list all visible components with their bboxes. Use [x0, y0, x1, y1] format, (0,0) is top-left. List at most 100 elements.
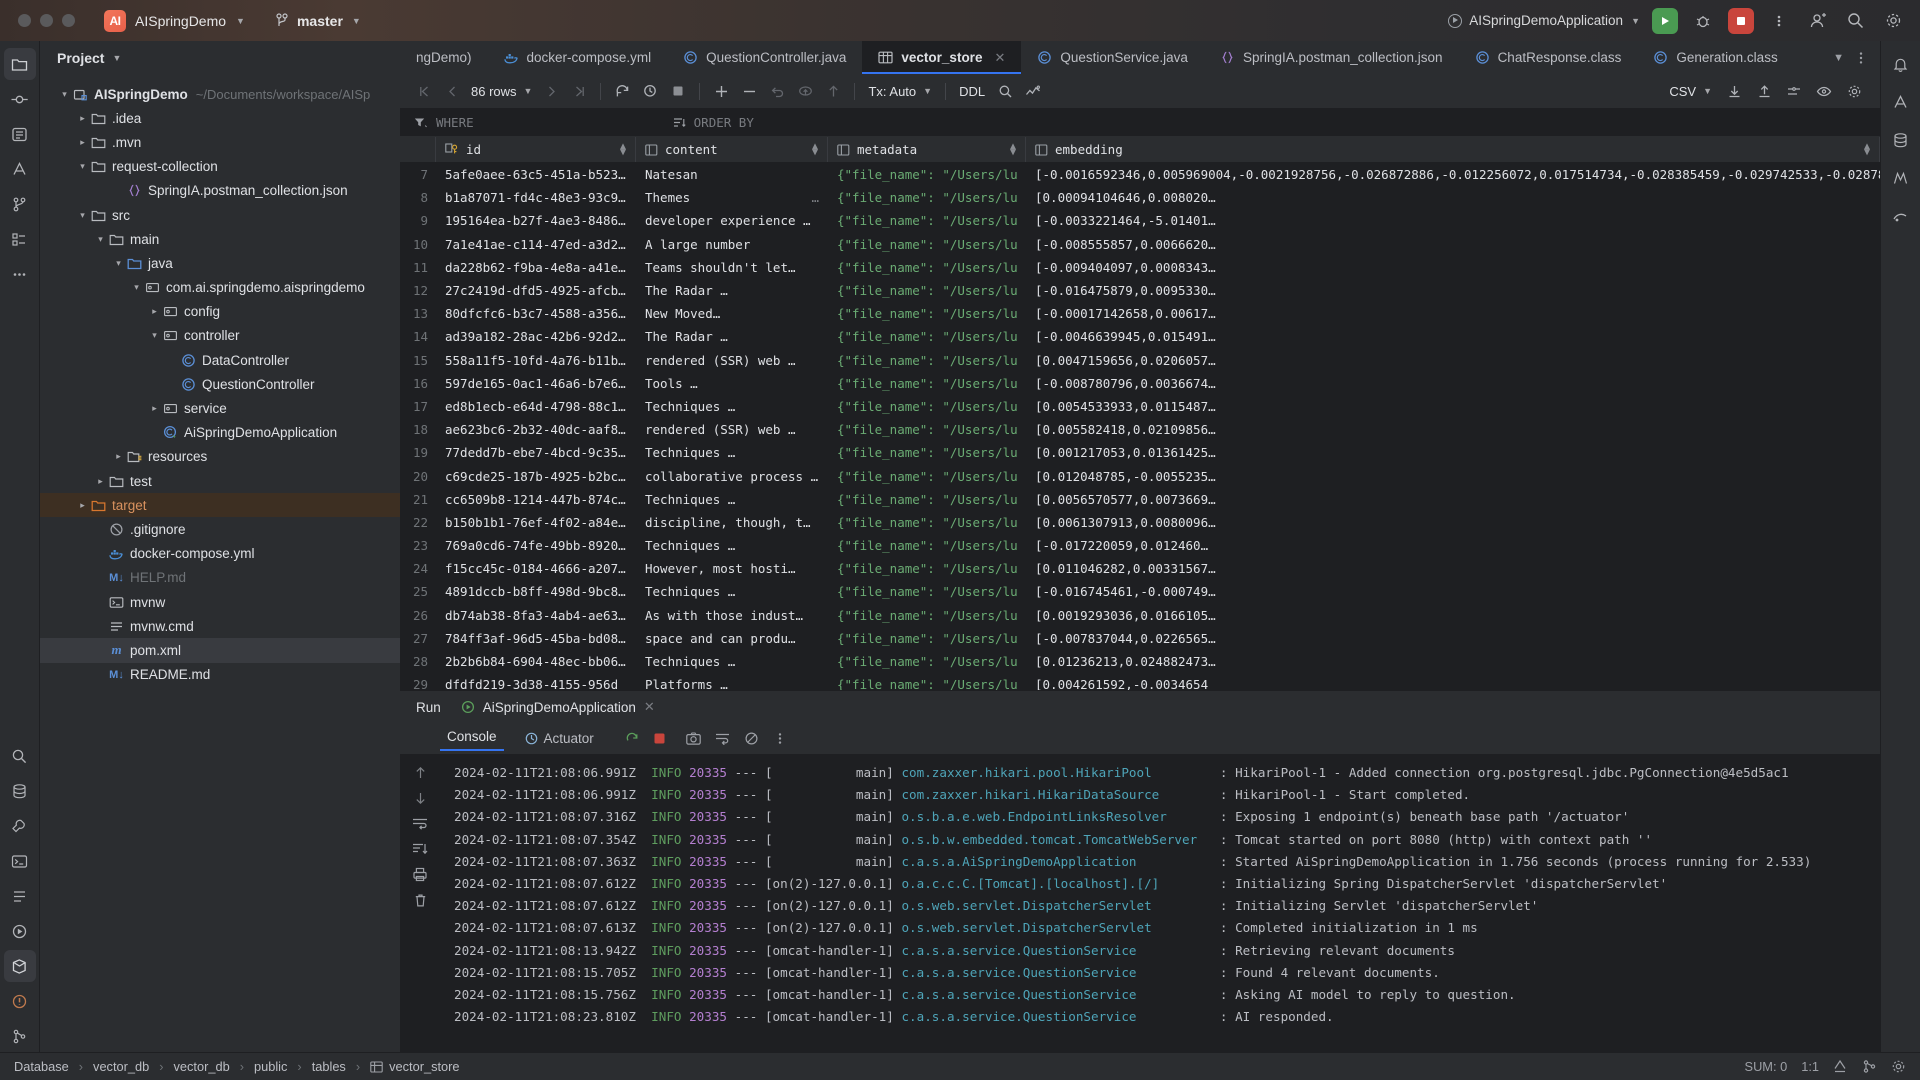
- cell-id[interactable]: 27c2419d-dfd5-4925-afcb…: [436, 283, 636, 298]
- sidebar-item-build[interactable]: [4, 810, 36, 842]
- row-number-cell[interactable]: 16: [400, 376, 436, 391]
- row-number-cell[interactable]: 19: [400, 445, 436, 460]
- sidebar-item-find[interactable]: [4, 740, 36, 772]
- first-page-button[interactable]: [410, 78, 438, 104]
- trash-icon[interactable]: [413, 893, 428, 908]
- editor-tab-generation-class[interactable]: Generation.class: [1637, 41, 1793, 74]
- remove-row-button[interactable]: [735, 78, 763, 104]
- sidebar-item-commit[interactable]: [4, 83, 36, 115]
- cell-id[interactable]: ed8b1ecb-e64d-4798-88c1…: [436, 399, 636, 414]
- cell-id[interactable]: 769a0cd6-74fe-49bb-8920…: [436, 538, 636, 553]
- tree-item-request-collection[interactable]: ▾request-collection: [40, 155, 400, 179]
- tab-list-chevron-icon[interactable]: ▼: [1833, 52, 1844, 64]
- chevron-down-icon[interactable]: ▾: [148, 330, 161, 341]
- cell-content[interactable]: space and can produ…: [636, 631, 828, 646]
- sidebar-item-more[interactable]: [4, 258, 36, 290]
- tab-console[interactable]: Console: [440, 727, 504, 751]
- cell-content[interactable]: Techniques …: [636, 399, 828, 414]
- cell-content[interactable]: As with those indust…: [636, 608, 828, 623]
- tree-item-test[interactable]: ▸test: [40, 469, 400, 493]
- cell-metadata[interactable]: {"file_name": "/Users/lu: [828, 399, 1026, 414]
- cell-metadata[interactable]: {"file_name": "/Users/lu: [828, 213, 1026, 228]
- row-number-cell[interactable]: 17: [400, 399, 436, 414]
- table-row[interactable]: 29dfdfd219-3d38-4155-956dPlatforms …{"fi…: [400, 673, 1880, 690]
- table-row[interactable]: 107a1e41ae-c114-47ed-a3d2…A large number…: [400, 233, 1880, 256]
- cell-id[interactable]: b150b1b1-76ef-4f02-a84e…: [436, 515, 636, 530]
- database-button[interactable]: [1885, 124, 1917, 156]
- tree-item-resources[interactable]: ▸resources: [40, 445, 400, 469]
- cell-id[interactable]: ae623bc6-2b32-40dc-aaf8…: [436, 422, 636, 437]
- editor-tab-questionservice-java[interactable]: QuestionService.java: [1021, 41, 1204, 74]
- maven-button[interactable]: [1885, 162, 1917, 194]
- cell-content[interactable]: The Radar …: [636, 283, 828, 298]
- cell-metadata[interactable]: {"file_name": "/Users/lu: [828, 260, 1026, 275]
- tree-item-datacontroller[interactable]: DataController: [40, 348, 400, 372]
- cell-content[interactable]: Themes…: [636, 190, 828, 205]
- cell-content[interactable]: Techniques …: [636, 584, 828, 599]
- scroll-up-icon[interactable]: [413, 765, 428, 780]
- cell-content[interactable]: However, most hosti…: [636, 561, 828, 576]
- cell-metadata[interactable]: {"file_name": "/Users/lu: [828, 492, 1026, 507]
- editor-tab-docker-compose-yml[interactable]: docker-compose.yml: [488, 41, 668, 74]
- cell-embedding[interactable]: [0.0019293036,0.0166105…: [1026, 608, 1880, 623]
- soft-wrap-icon[interactable]: [715, 732, 730, 745]
- sort-indicator-icon[interactable]: ▲▼: [620, 144, 626, 156]
- cell-metadata[interactable]: {"file_name": "/Users/lu: [828, 469, 1026, 484]
- sort-icon[interactable]: [673, 117, 686, 128]
- row-number-cell[interactable]: 24: [400, 561, 436, 576]
- inspections-icon[interactable]: [1833, 1059, 1848, 1074]
- cell-id[interactable]: dfdfd219-3d38-4155-956d: [436, 677, 636, 690]
- wrap-lines-icon[interactable]: [412, 817, 428, 831]
- table-row[interactable]: 1380dfcfc6-b3c7-4588-a356…New Moved…{"fi…: [400, 302, 1880, 325]
- sidebar-item-structure[interactable]: [4, 223, 36, 255]
- grid-header-metadata[interactable]: metadata ▲▼: [828, 137, 1026, 162]
- cell-metadata[interactable]: {"file_name": "/Users/lu: [828, 353, 1026, 368]
- stop-run-button[interactable]: [653, 732, 666, 745]
- tree-item-service[interactable]: ▸service: [40, 396, 400, 420]
- chevron-down-icon[interactable]: ▾: [76, 210, 89, 221]
- cell-id[interactable]: 80dfcfc6-b3c7-4588-a356…: [436, 306, 636, 321]
- cell-metadata[interactable]: {"file_name": "/Users/lu: [828, 306, 1026, 321]
- cell-id[interactable]: 5afe0aee-63c5-451a-b523…: [436, 167, 636, 182]
- table-row[interactable]: 75afe0aee-63c5-451a-b523…Natesan{"file_n…: [400, 163, 1880, 186]
- cell-embedding[interactable]: [0.01236213,0.024882473…: [1026, 654, 1880, 669]
- cell-metadata[interactable]: {"file_name": "/Users/lu: [828, 283, 1026, 298]
- cell-embedding[interactable]: [-0.017220059,0.012460…: [1026, 538, 1880, 553]
- breadcrumb-database[interactable]: Database: [14, 1059, 69, 1074]
- cell-embedding[interactable]: [-0.008555857,0.0066620…: [1026, 237, 1880, 252]
- cell-metadata[interactable]: {"file_name": "/Users/lu: [828, 422, 1026, 437]
- sort-indicator-icon[interactable]: ▲▼: [1864, 144, 1870, 156]
- tab-more-icon[interactable]: [1854, 51, 1868, 65]
- tree-item-java[interactable]: ▾java: [40, 251, 400, 275]
- cell-id[interactable]: c69cde25-187b-4925-b2bc…: [436, 469, 636, 484]
- table-row[interactable]: 14ad39a182-28ac-42b6-92d2…The Radar …{"f…: [400, 325, 1880, 348]
- prev-page-button[interactable]: [438, 78, 466, 104]
- row-number-cell[interactable]: 15: [400, 353, 436, 368]
- scroll-down-icon[interactable]: [413, 791, 428, 806]
- caret-position[interactable]: 1:1: [1801, 1059, 1819, 1074]
- cell-id[interactable]: 597de165-0ac1-46a6-b7e6…: [436, 376, 636, 391]
- console-output[interactable]: 2024-02-11T21:08:06.991Z INFO 20335 --- …: [440, 755, 1880, 1052]
- table-row[interactable]: 23769a0cd6-74fe-49bb-8920…Techniques …{"…: [400, 534, 1880, 557]
- project-tree[interactable]: ▾AISpringDemo~/Documents/workspace/AISp▸…: [40, 74, 400, 1052]
- row-number-cell[interactable]: 23: [400, 538, 436, 553]
- next-page-button[interactable]: [537, 78, 565, 104]
- run-button[interactable]: [1652, 8, 1678, 34]
- close-icon[interactable]: ✕: [994, 50, 1005, 66]
- cell-metadata[interactable]: {"file_name": "/Users/lu: [828, 376, 1026, 391]
- tree-item-config[interactable]: ▸config: [40, 300, 400, 324]
- row-number-cell[interactable]: 12: [400, 283, 436, 298]
- sidebar-item-problems[interactable]: [4, 985, 36, 1017]
- chevron-down-icon[interactable]: ▾: [76, 161, 89, 172]
- row-number-cell[interactable]: 14: [400, 329, 436, 344]
- order-by-input[interactable]: ORDER BY: [694, 115, 754, 130]
- sidebar-item-terminal[interactable]: [4, 845, 36, 877]
- cell-id[interactable]: b1a87071-fd4c-48e3-93c9…: [436, 190, 636, 205]
- chevron-down-icon[interactable]: ▾: [94, 234, 107, 245]
- cell-metadata[interactable]: {"file_name": "/Users/lu: [828, 237, 1026, 252]
- row-number-cell[interactable]: 11: [400, 260, 436, 275]
- cell-embedding[interactable]: [0.012048785,-0.0055235…: [1026, 469, 1880, 484]
- project-panel-header[interactable]: Project ▼: [40, 41, 400, 74]
- cell-metadata[interactable]: {"file_name": "/Users/lu: [828, 584, 1026, 599]
- row-number-cell[interactable]: 25: [400, 584, 436, 599]
